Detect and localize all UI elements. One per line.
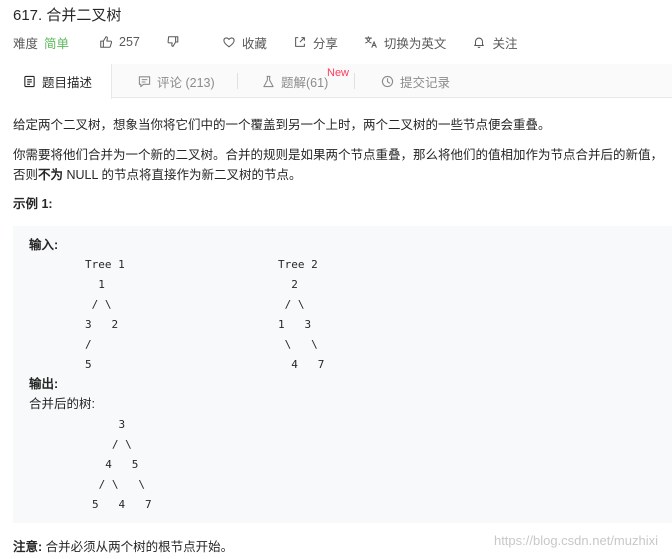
tree-1: Tree 1 1 / \ 3 2 / 5 (85, 258, 125, 371)
heart-icon (223, 37, 235, 48)
dislike-button[interactable] (166, 35, 186, 49)
problem-tabs: 题目描述 评论 (213) 题解(61) New 提交记录 (0, 64, 672, 99)
merged-tree-label: 合并后的树: (29, 397, 95, 411)
watermark: https://blog.csdn.net/muzhixi (493, 533, 658, 548)
follow-label: 关注 (492, 36, 518, 51)
input-label: 输入: (29, 238, 59, 252)
thumbs-down-icon (167, 36, 179, 47)
favorite-button[interactable]: 收藏 (222, 33, 267, 52)
difficulty-value: 简单 (44, 36, 70, 51)
share-icon (295, 37, 305, 47)
like-button[interactable]: 257 (99, 35, 140, 49)
example-heading: 示例 1: (13, 197, 53, 211)
comment-icon (138, 75, 151, 87)
tab-description[interactable]: 题目描述 (0, 64, 112, 99)
note-label: 注意: (13, 540, 43, 554)
note-text: 合并必须从两个树的根节点开始。 (42, 540, 234, 554)
document-icon (24, 75, 35, 88)
description-emphasis: 不为 (38, 168, 64, 182)
translate-button[interactable]: 切换为英文 (364, 33, 447, 52)
new-badge: New (327, 67, 350, 79)
problem-meta-bar: 难度 简单 257 收藏 分享 切换为英文 关注 (13, 33, 543, 51)
tree-2: Tree 2 2 / \ 1 3 \ \ 4 7 (278, 258, 325, 371)
description-paragraph-2: 你需要将他们合并为一个新的二叉树。合并的规则是如果两个节点重叠，那么将他们的值相… (13, 145, 663, 185)
tab-comments-label: 评论 (213) (157, 75, 215, 90)
tab-solutions[interactable]: 题解(61) New (238, 64, 355, 98)
difficulty-label: 难度 (13, 36, 39, 51)
share-button[interactable]: 分享 (293, 33, 338, 52)
share-label: 分享 (312, 36, 338, 51)
flask-icon (263, 75, 274, 87)
description-paragraph-2-tail: NULL 的节点将直接作为新二叉树的节点。 (63, 168, 302, 182)
note: 注意: 合并必须从两个树的根节点开始。 (13, 538, 233, 556)
tab-comments[interactable]: 评论 (213) (112, 64, 238, 98)
problem-title: 617. 合并二叉树 (13, 7, 122, 24)
tab-solutions-label: 题解(61) (281, 75, 329, 90)
example-code-block: 输入: Tree 1 1 / \ 3 2 / 5 Tree 2 2 / \ 1 … (13, 226, 672, 523)
description-paragraph-1: 给定两个二叉树，想象当你将它们中的一个覆盖到另一个上时，两个二叉树的一些节点便会… (13, 118, 551, 132)
tab-submissions-label: 提交记录 (400, 75, 451, 90)
tab-submissions[interactable]: 提交记录 (355, 64, 465, 98)
thumbs-up-icon (100, 36, 113, 48)
tab-description-label: 题目描述 (42, 76, 93, 90)
follow-button[interactable]: 关注 (472, 33, 517, 52)
translate-icon (364, 36, 377, 48)
like-count: 257 (119, 35, 140, 49)
bell-icon (474, 37, 485, 49)
output-label: 输出: (29, 377, 59, 391)
merged-tree: 3 / \ 4 5 / \ \ 5 4 7 (92, 418, 152, 511)
translate-label: 切换为英文 (383, 36, 447, 51)
clock-icon (381, 75, 394, 87)
favorite-label: 收藏 (241, 36, 267, 51)
